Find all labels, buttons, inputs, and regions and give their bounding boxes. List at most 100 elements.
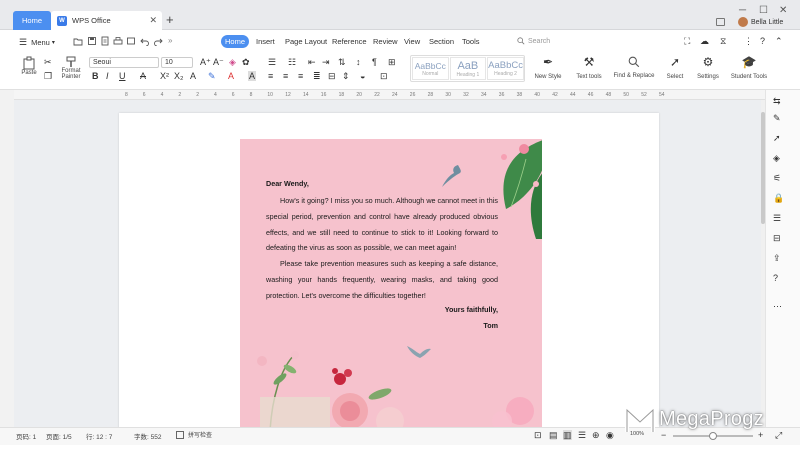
sort-icon[interactable]: ↕	[356, 57, 361, 67]
align-center-icon[interactable]: ≡	[283, 71, 288, 81]
full-screen-icon[interactable]: ⊡	[534, 430, 542, 440]
outline-view-icon[interactable]: ☰	[578, 430, 586, 440]
share-icon[interactable]: ⛶	[684, 36, 690, 46]
spell-check-button[interactable]: 拼写检查	[176, 430, 212, 439]
align-right-icon[interactable]: ≡	[298, 71, 303, 81]
open-folder-icon[interactable]	[73, 36, 83, 46]
eye-protection-icon[interactable]: ◉	[606, 430, 614, 440]
menu-section[interactable]: Section	[429, 37, 454, 46]
cloud-sync-icon[interactable]: ☁	[700, 36, 709, 46]
copy-icon[interactable]: ❐	[44, 71, 52, 81]
decrease-indent-icon[interactable]: ⇤	[308, 57, 316, 67]
sidebar-list-icon[interactable]: ☰	[773, 213, 784, 224]
undo-icon[interactable]	[140, 36, 150, 46]
highlight-icon[interactable]: ✎	[208, 71, 216, 81]
tab-home[interactable]: Home	[13, 11, 51, 30]
paragraph-shading-icon[interactable]: ◒	[360, 71, 365, 81]
tablet-mode-icon[interactable]	[716, 18, 725, 26]
subscript-icon[interactable]: X₂	[174, 71, 184, 81]
more-quick-icon[interactable]: »	[168, 36, 172, 45]
borders-icon[interactable]: ⊡	[380, 71, 388, 81]
sidebar-share-icon[interactable]: ⇪	[773, 253, 784, 264]
text-tools-button[interactable]: ⚒ Text tools	[573, 56, 605, 81]
menu-page-layout[interactable]: Page Layout	[285, 37, 327, 46]
grow-font-icon[interactable]: A⁺	[200, 57, 211, 67]
sidebar-collapse-icon[interactable]: ⇆	[773, 96, 784, 107]
font-color-icon[interactable]: A	[228, 71, 234, 81]
student-tools-button[interactable]: 🎓 Student Tools	[729, 56, 769, 81]
settings-button[interactable]: ⚙ Settings	[694, 56, 722, 81]
history-icon[interactable]: ⧖	[720, 36, 726, 46]
tab-document[interactable]: W WPS Office ✕	[51, 11, 162, 30]
phonetic-icon[interactable]: ✿	[242, 57, 250, 67]
show-marks-icon[interactable]: ¶	[372, 57, 377, 67]
sidebar-lock-icon[interactable]: 🔒	[773, 193, 784, 204]
justify-icon[interactable]: ≣	[313, 71, 321, 81]
style-heading-1[interactable]: AaB Heading 1	[449, 57, 487, 80]
search-input[interactable]: Search	[517, 37, 550, 45]
sidebar-more-icon[interactable]: ⋯	[773, 301, 784, 312]
sidebar-select-icon[interactable]: ➚	[773, 133, 784, 144]
collapse-ribbon-icon[interactable]: ⌃	[775, 36, 783, 46]
find-replace-button[interactable]: Find & Replace	[611, 56, 657, 79]
fit-page-icon[interactable]: ⤢	[775, 430, 782, 440]
text-effect-icon[interactable]: A	[190, 71, 196, 81]
main-menu-button[interactable]: ☰ Menu ▾	[19, 37, 55, 48]
select-button[interactable]: ➚ Select	[664, 56, 686, 81]
sidebar-shapes-icon[interactable]: ◈	[773, 153, 784, 164]
menu-view[interactable]: View	[404, 37, 420, 46]
bullet-list-icon[interactable]: ☰	[268, 57, 276, 67]
page-view-icon[interactable]: ▤	[549, 430, 558, 440]
new-style-button[interactable]: ✒ New Style	[533, 56, 563, 81]
web-layout-icon[interactable]: ⊕	[592, 430, 600, 440]
cut-icon[interactable]: ✂	[44, 57, 52, 67]
style-normal[interactable]: AaBbCc Normal	[412, 57, 449, 80]
increase-indent-icon[interactable]: ⇥	[322, 57, 330, 67]
export-pdf-icon[interactable]	[100, 36, 110, 46]
sidebar-panel-icon[interactable]: ⊟	[773, 233, 784, 244]
minimize-icon[interactable]: ─	[739, 5, 746, 16]
help-icon[interactable]: ?	[760, 36, 765, 46]
redo-icon[interactable]	[153, 36, 163, 46]
close-window-icon[interactable]: ✕	[779, 5, 787, 16]
table-icon[interactable]: ⊞	[388, 57, 396, 67]
sidebar-adjust-icon[interactable]: ⚟	[773, 173, 784, 184]
bold-icon[interactable]: B	[92, 71, 99, 81]
style-heading-2[interactable]: AaBbCc Heading 2	[487, 57, 524, 80]
more-options-icon[interactable]: ⋮	[744, 36, 753, 46]
save-icon[interactable]	[87, 36, 97, 46]
char-shading-icon[interactable]: A	[248, 71, 257, 81]
sidebar-help-icon[interactable]: ?	[773, 273, 784, 284]
format-painter-button[interactable]: Format Painter	[60, 56, 82, 80]
italic-icon[interactable]: I	[106, 71, 109, 81]
print-layout-icon[interactable]: ▥	[563, 430, 572, 440]
menu-home[interactable]: Home	[221, 35, 249, 48]
menu-insert[interactable]: Insert	[256, 37, 275, 46]
close-tab-icon[interactable]: ✕	[149, 15, 157, 26]
shrink-font-icon[interactable]: A⁻	[213, 57, 224, 67]
clear-format-icon[interactable]: ◈	[229, 57, 236, 67]
letter-stationery[interactable]: Dear Wendy, How's it going? I miss you s…	[240, 139, 542, 429]
menu-tools[interactable]: Tools	[462, 37, 480, 46]
strikethrough-icon[interactable]: A	[140, 71, 146, 81]
sidebar-edit-icon[interactable]: ✎	[773, 113, 784, 124]
new-tab-icon[interactable]: +	[166, 13, 174, 26]
numbered-list-icon[interactable]: ☷	[288, 57, 296, 67]
line-spacing-icon[interactable]: ⇕	[342, 71, 350, 81]
styles-gallery[interactable]: AaBbCc Normal AaB Heading 1 AaBbCc Headi…	[410, 55, 525, 82]
distributed-icon[interactable]: ⊟	[328, 71, 336, 81]
underline-icon[interactable]: U	[119, 71, 126, 81]
status-word-count[interactable]: 字数: 552	[134, 431, 161, 441]
menu-review[interactable]: Review	[373, 37, 398, 46]
text-direction-icon[interactable]: ⇅	[338, 57, 346, 67]
user-account[interactable]: Bella Little	[738, 17, 783, 27]
paste-button[interactable]: Paste	[18, 56, 40, 76]
print-icon[interactable]	[113, 36, 123, 46]
menu-reference[interactable]: Reference	[332, 37, 367, 46]
print-preview-icon[interactable]	[126, 36, 136, 46]
align-left-icon[interactable]: ≡	[268, 71, 273, 81]
maximize-icon[interactable]: ☐	[759, 5, 768, 16]
superscript-icon[interactable]: X²	[160, 71, 169, 81]
font-name-select[interactable]: Seoui	[89, 57, 159, 68]
font-size-select[interactable]: 10	[161, 57, 193, 68]
